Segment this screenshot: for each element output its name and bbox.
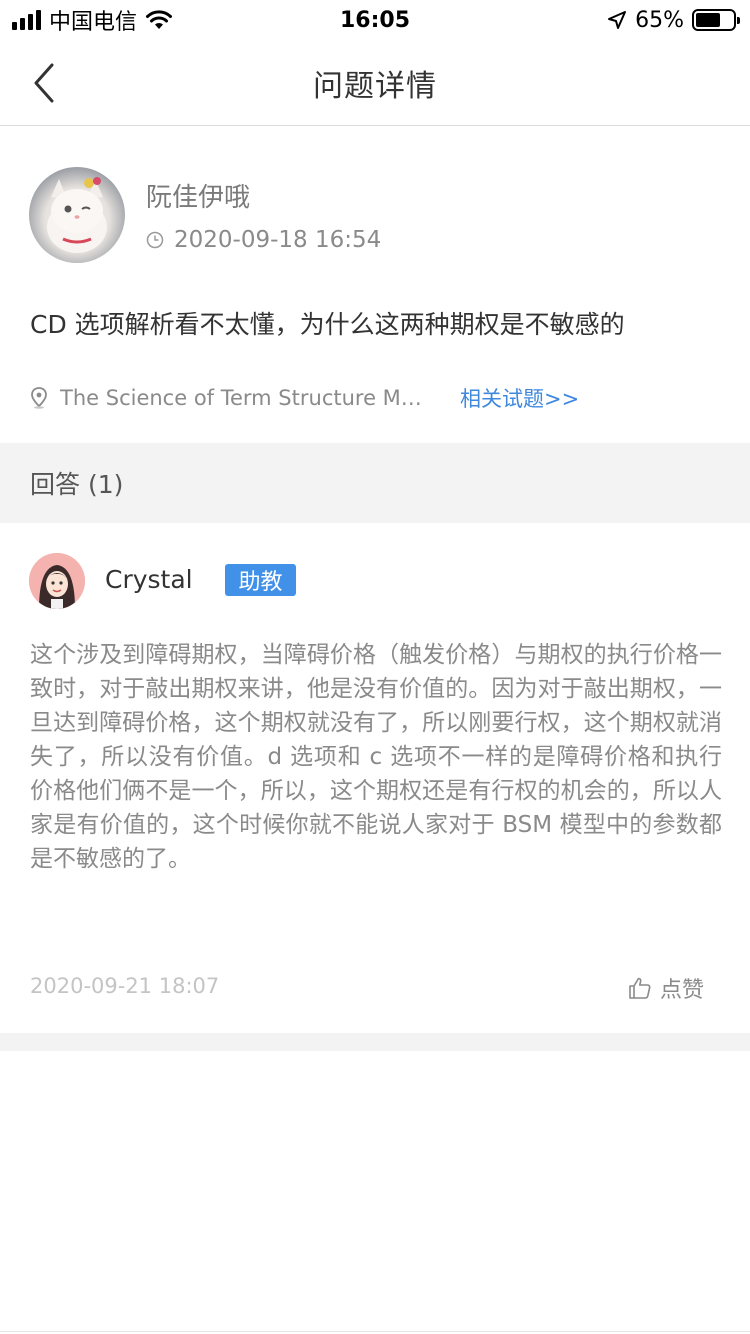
question-detail-page: 中国电信 16:05 65% 问题详情 阮佳伊哦 2020-09-18 16:5… [0, 0, 750, 1334]
thumbs-up-icon [629, 977, 651, 999]
question-author: 阮佳伊哦 [146, 183, 251, 213]
clock-icon [146, 231, 164, 249]
avatar[interactable] [29, 167, 125, 263]
section-divider [0, 1033, 750, 1051]
girl-avatar-image [29, 553, 85, 609]
status-bar: 中国电信 16:05 65% [0, 0, 750, 40]
question-time: 2020-09-18 16:54 [174, 227, 382, 253]
navigation-bar: 问题详情 [0, 40, 750, 126]
avatar[interactable] [29, 553, 85, 609]
question-source: The Science of Term Structure Models [60, 386, 430, 410]
cat-avatar-image [47, 177, 107, 253]
signal-icon [12, 10, 41, 30]
question-source-row: The Science of Term Structure Models 相关试… [30, 383, 579, 413]
answer-item: Crystal 助教 这个涉及到障碍期权，当障碍价格（触发价格）与期权的执行价格… [0, 523, 750, 1033]
bottom-edge-line [0, 1331, 750, 1332]
question-card: 阮佳伊哦 2020-09-18 16:54 CD 选项解析看不太懂，为什么这两种… [0, 127, 750, 443]
answer-text: 这个涉及到障碍期权，当障碍价格（触发价格）与期权的执行价格一致时，对于敲出期权来… [30, 642, 722, 872]
question-time-row: 2020-09-18 16:54 [146, 227, 381, 253]
battery-percent: 65% [635, 7, 684, 33]
assistant-badge: 助教 [225, 564, 296, 596]
like-button[interactable]: 点赞 [628, 972, 704, 1004]
status-left: 中国电信 [12, 4, 173, 36]
page-title: 问题详情 [313, 68, 437, 104]
wifi-icon [146, 10, 173, 29]
answer-time: 2020-09-21 18:07 [30, 974, 220, 998]
like-label: 点赞 [660, 978, 705, 1003]
answer-author: Crystal [105, 565, 193, 594]
related-questions-link[interactable]: 相关试题>> [460, 383, 579, 413]
chevron-left-icon [34, 63, 54, 103]
answers-header: 回答 (1) [0, 443, 750, 523]
question-text: CD 选项解析看不太懂，为什么这两种期权是不敏感的 [30, 310, 625, 339]
location-pin-icon [31, 387, 47, 409]
status-right: 65% [607, 7, 740, 33]
location-arrow-icon [608, 11, 627, 29]
carrier-label: 中国电信 [49, 10, 138, 35]
battery-icon [692, 9, 740, 31]
back-button[interactable] [24, 60, 64, 106]
